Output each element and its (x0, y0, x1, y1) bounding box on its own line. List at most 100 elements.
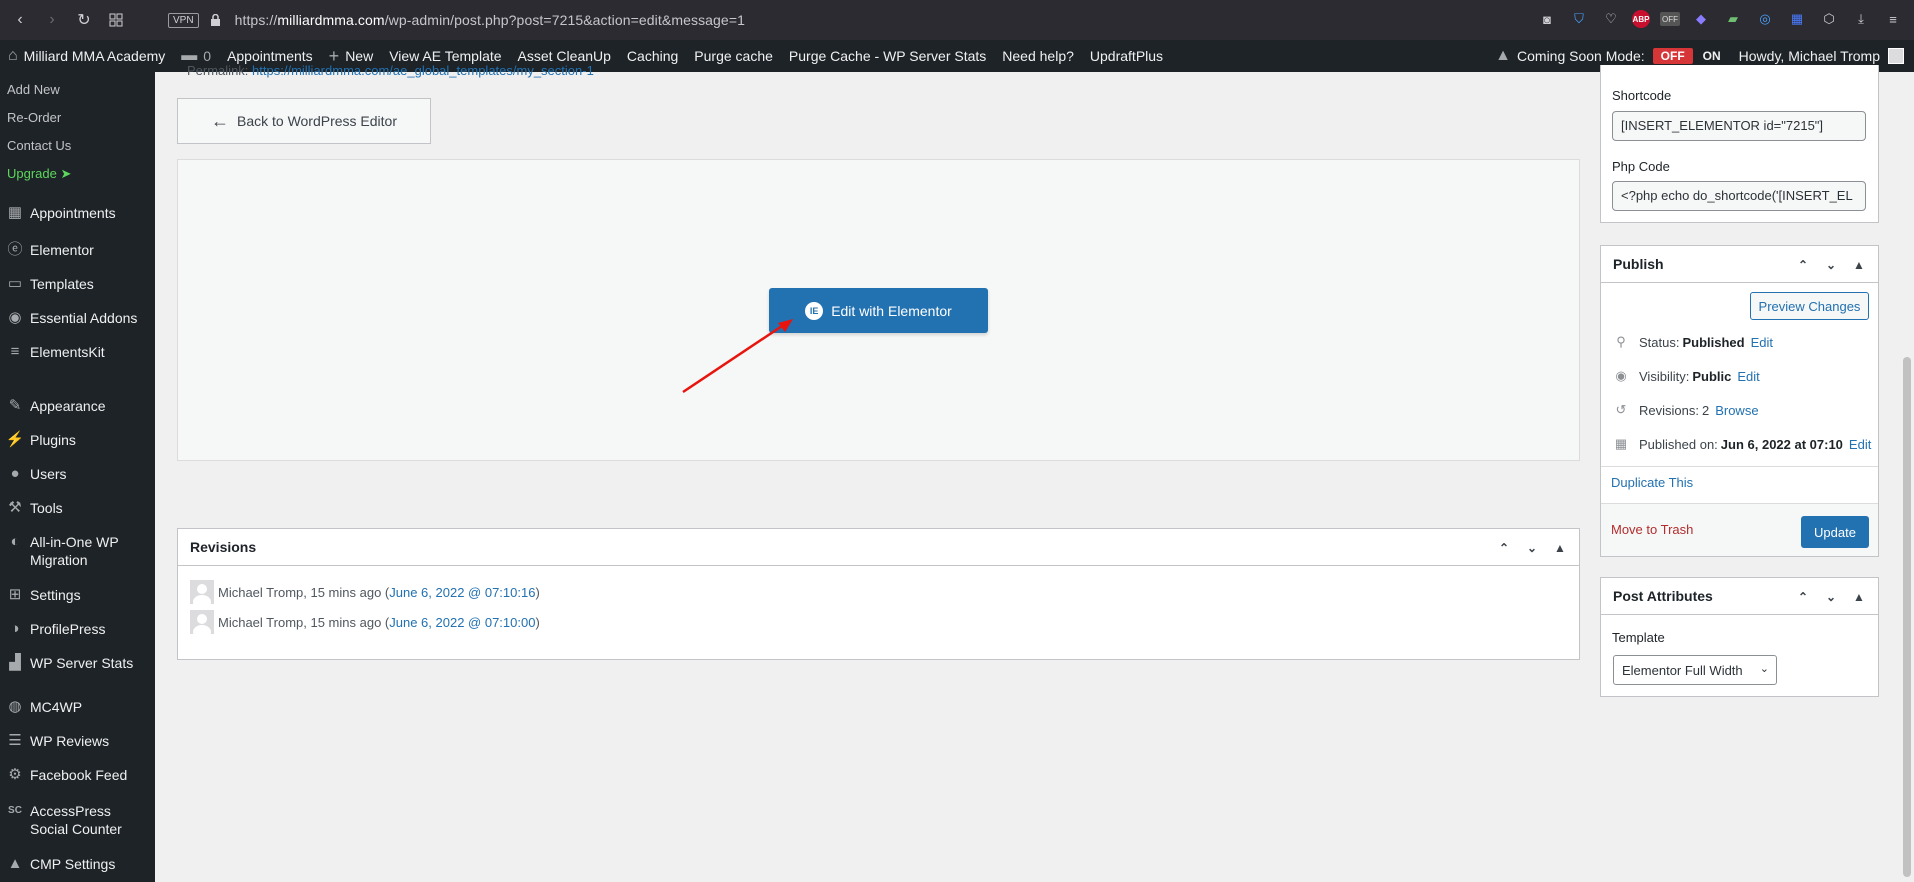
box-icon[interactable]: ⬡ (1818, 8, 1840, 30)
adminbar-item-purge-cache-stats[interactable]: Purge Cache - WP Server Stats (781, 40, 994, 72)
coming-soon-on-toggle[interactable]: ON (1703, 49, 1721, 63)
history-icon: ↺ (1615, 402, 1627, 417)
coming-soon-off-toggle[interactable]: OFF (1652, 48, 1693, 64)
howdy-user-menu[interactable]: Howdy, Michael Tromp (1739, 48, 1880, 64)
preview-changes-button[interactable]: Preview Changes (1750, 292, 1869, 320)
shortcode-field[interactable]: [INSERT_ELEMENTOR id="7215"] (1612, 111, 1866, 141)
publish-header: Publish ⌃ ⌄ ▲ (1601, 246, 1878, 283)
adminbar-item-need-help[interactable]: Need help? (994, 40, 1082, 72)
sidebar-item-cmp-settings[interactable]: ▲ CMP Settings (0, 855, 155, 873)
edit-status-link[interactable]: Edit (1751, 335, 1773, 350)
abp-extension-icon[interactable]: ABP (1632, 10, 1650, 28)
forward-arrow-icon[interactable]: › (40, 8, 64, 32)
revision-author: Michael Tromp, 15 mins ago (218, 584, 382, 600)
adminbar-item-updraftplus[interactable]: UpdraftPlus (1082, 40, 1171, 72)
sidebar-item-label: ProfilePress (30, 621, 106, 637)
shield-icon[interactable]: ⛉ (1568, 8, 1590, 30)
move-up-icon[interactable]: ⌃ (1794, 590, 1812, 604)
sidebar-item-settings[interactable]: ⊞ Settings (0, 586, 155, 604)
submenu-re-order[interactable]: Re-Order (7, 110, 61, 125)
php-code-label: Php Code (1612, 159, 1670, 174)
sidebar-item-plugins[interactable]: ⚡ Plugins (0, 431, 155, 449)
back-button-label: Back to WordPress Editor (236, 113, 398, 129)
sidebar-item-label: Tools (30, 500, 63, 516)
sidebar-item-label: Templates (30, 276, 94, 292)
sidebar-item-wp-server-stats[interactable]: ▟ WP Server Stats (0, 654, 155, 672)
red-annotation-arrow (682, 319, 793, 394)
adminbar-item-purge-cache[interactable]: Purge cache (686, 40, 781, 72)
settings-icon: ⊞ (8, 586, 22, 603)
adminbar-label: Caching (626, 48, 679, 64)
sidebar-item-label: WP Server Stats (30, 655, 134, 671)
download-icon[interactable]: ⤓ (1850, 8, 1872, 30)
back-arrow-icon[interactable]: ‹ (8, 8, 32, 32)
lock-icon[interactable] (209, 13, 223, 27)
vpn-badge[interactable]: VPN (168, 12, 199, 28)
scrollbar-thumb[interactable] (1903, 357, 1911, 877)
sidebar-item-appointments[interactable]: ▦ Appointments (0, 204, 155, 222)
sidebar-item-appearance[interactable]: ✎ Appearance (0, 397, 155, 415)
sidebar-item-label: MC4WP (30, 699, 83, 715)
adminbar-label: View AE Template (389, 48, 502, 64)
submenu-add-new[interactable]: Add New (7, 82, 60, 97)
sidebar-item-label: Appointments (30, 205, 116, 221)
move-up-icon[interactable]: ⌃ (1794, 258, 1812, 272)
tabs-grid-icon[interactable] (104, 8, 128, 32)
submenu-upgrade[interactable]: Upgrade ➤ (7, 166, 71, 182)
edit-visibility-link[interactable]: Edit (1737, 369, 1759, 384)
sidebar-item-all-in-one-wp-migration[interactable]: ◐ All-in-One WP Migration (0, 533, 155, 569)
sidebar-item-wp-reviews[interactable]: ☰ WP Reviews (0, 732, 155, 750)
move-down-icon[interactable]: ⌄ (1822, 590, 1840, 604)
sidebar-item-facebook-feed[interactable]: ⚙ Facebook Feed (0, 766, 155, 784)
permalink-url[interactable]: https://milliardmma.com/ae_global_templa… (252, 63, 594, 78)
sidebar-item-elementor[interactable]: ⓔ Elementor (0, 241, 155, 259)
sidebar-item-templates[interactable]: ▭ Templates (0, 275, 155, 293)
ek-icon: ≡ (10, 343, 20, 360)
revision-link[interactable]: June 6, 2022 @ 07:10:16 (389, 585, 535, 600)
pin-icon: ⚲ (1616, 334, 1626, 349)
avatar (190, 610, 214, 634)
sidebar-item-tools[interactable]: ⚒ Tools (0, 499, 155, 517)
move-down-icon[interactable]: ⌄ (1523, 541, 1541, 555)
camera-icon[interactable]: ◙ (1536, 8, 1558, 30)
move-down-icon[interactable]: ⌄ (1822, 258, 1840, 272)
back-to-wordpress-editor-button[interactable]: ← Back to WordPress Editor (177, 98, 431, 144)
cube-icon[interactable]: ◆ (1690, 8, 1712, 30)
heart-icon[interactable]: ♡ (1600, 8, 1622, 30)
site-name-link[interactable]: ⌂ Milliard MMA Academy (0, 40, 173, 72)
duplicate-this-link[interactable]: Duplicate This (1611, 475, 1693, 490)
toggle-panel-icon[interactable]: ▲ (1551, 541, 1569, 555)
php-code-field[interactable]: <?php echo do_shortcode('[INSERT_EL (1612, 181, 1866, 211)
sidebar-item-mc4wp[interactable]: ◍ MC4WP (0, 698, 155, 716)
template-select[interactable]: Elementor Full Width ⌄ (1613, 655, 1777, 685)
browse-revisions-link[interactable]: Browse (1715, 403, 1758, 418)
template-select-value: Elementor Full Width (1622, 662, 1743, 678)
address-bar[interactable]: https://milliardmma.com/wp-admin/post.ph… (235, 12, 745, 28)
circle-icon[interactable]: ◎ (1754, 8, 1776, 30)
submenu-contact-us[interactable]: Contact Us (7, 138, 71, 153)
move-to-trash-link[interactable]: Move to Trash (1611, 522, 1693, 537)
sidebar-item-profilepress[interactable]: ◑ ProfilePress (0, 620, 155, 638)
move-up-icon[interactable]: ⌃ (1495, 541, 1513, 555)
published-value: Jun 6, 2022 at 07:10 (1720, 436, 1843, 452)
edit-with-elementor-button[interactable]: IE Edit with Elementor (769, 288, 988, 333)
sidebar-item-accesspress-social-counter[interactable]: SC AccessPress Social Counter (0, 802, 155, 838)
adminbar-item-caching[interactable]: Caching (619, 40, 686, 72)
sidebar-item-elementskit[interactable]: ≡ ElementsKit (0, 343, 155, 361)
off-extension-icon[interactable]: OFF (1660, 12, 1680, 26)
toggle-panel-icon[interactable]: ▲ (1850, 590, 1868, 604)
toggle-panel-icon[interactable]: ▲ (1850, 258, 1868, 272)
edit-published-link[interactable]: Edit (1849, 437, 1871, 452)
menu-icon[interactable]: ≡ (1882, 8, 1904, 30)
page-scrollbar[interactable] (1900, 72, 1914, 882)
sidebar-item-essential-addons[interactable]: ◉ Essential Addons (0, 309, 155, 327)
revision-link[interactable]: June 6, 2022 @ 07:10:00 (389, 615, 535, 630)
avatar[interactable] (1888, 48, 1904, 64)
revisions-row: ↺ Revisions: 2 Browse (1611, 402, 1759, 418)
grid-icon[interactable]: ▦ (1786, 8, 1808, 30)
book-icon[interactable]: ▰ (1722, 8, 1744, 30)
sidebar-item-users[interactable]: ● Users (0, 465, 155, 483)
reload-icon[interactable]: ↻ (72, 8, 96, 32)
sidebar-item-label: Users (30, 466, 67, 482)
update-button[interactable]: Update (1801, 516, 1869, 548)
